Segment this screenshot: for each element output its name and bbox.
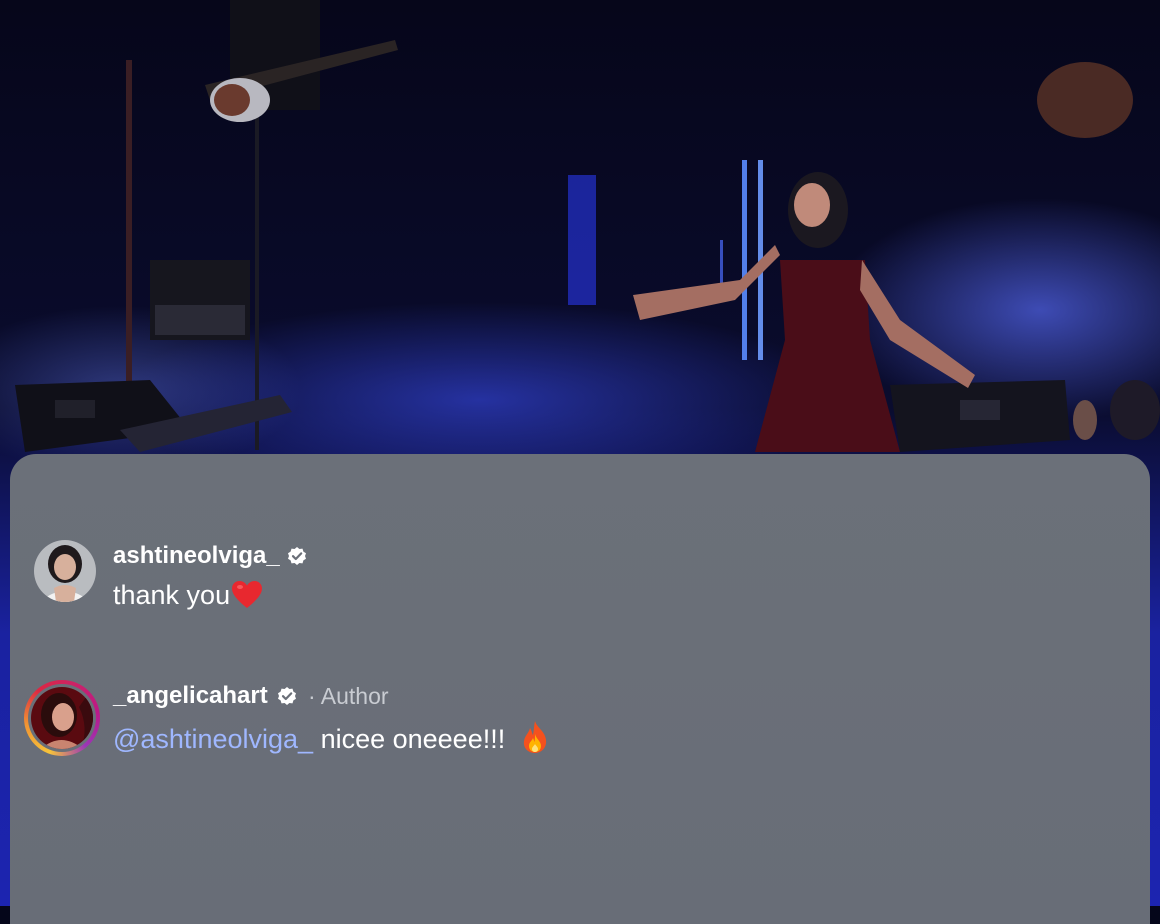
author-label: · Author: [308, 683, 389, 709]
comment-username[interactable]: ashtineolviga_: [113, 542, 280, 570]
mention-link[interactable]: @ashtineolviga_: [113, 724, 313, 754]
comment-body: thank you: [113, 580, 231, 610]
avatar-image: [34, 540, 96, 602]
verified-badge-icon: [278, 687, 296, 705]
avatar-story-ring[interactable]: [24, 680, 100, 756]
comment-text: @ashtineolviga_ nicee oneeee!!!: [113, 720, 551, 755]
heart-icon: [232, 581, 263, 608]
avatar-image: [31, 687, 93, 749]
comment-username[interactable]: _angelicahart: [113, 682, 268, 710]
comment-text: thank you: [113, 580, 263, 611]
comment-body: nicee oneeee!!!: [320, 724, 506, 754]
fire-icon: [523, 721, 546, 753]
comments-sheet: ashtineolviga_ thank you _angelicahart ·…: [10, 454, 1150, 924]
verified-badge-icon: [288, 547, 306, 565]
avatar[interactable]: [34, 540, 96, 602]
